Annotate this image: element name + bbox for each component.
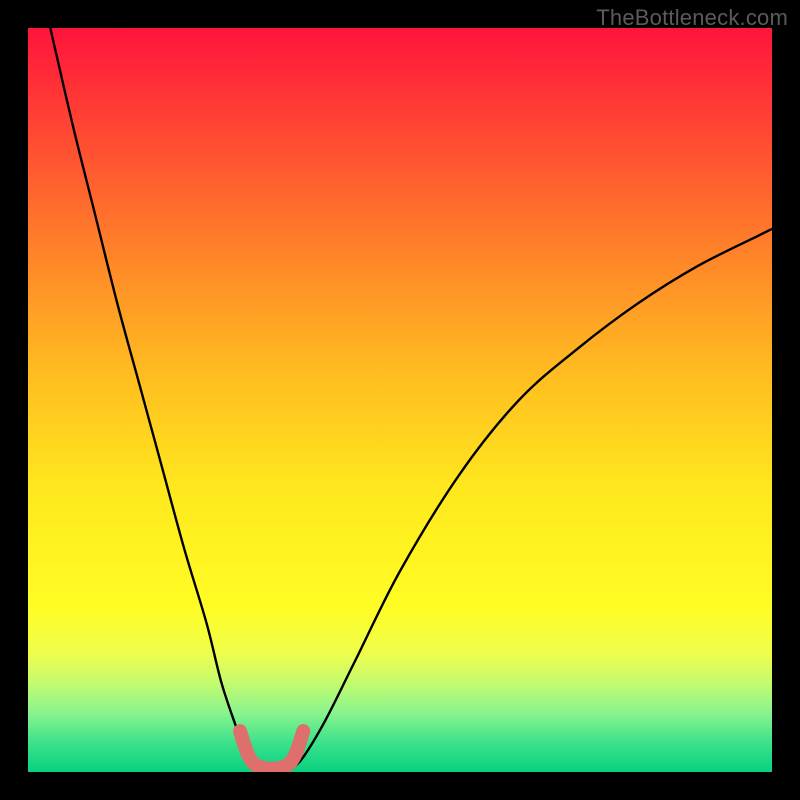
attribution-watermark: TheBottleneck.com: [596, 5, 788, 31]
optimal-region-marker: [240, 731, 303, 769]
curve-left-branch: [50, 28, 253, 768]
curve-right-branch: [292, 229, 772, 768]
chart-plot-area: [28, 28, 772, 772]
chart-overlay: [28, 28, 772, 772]
